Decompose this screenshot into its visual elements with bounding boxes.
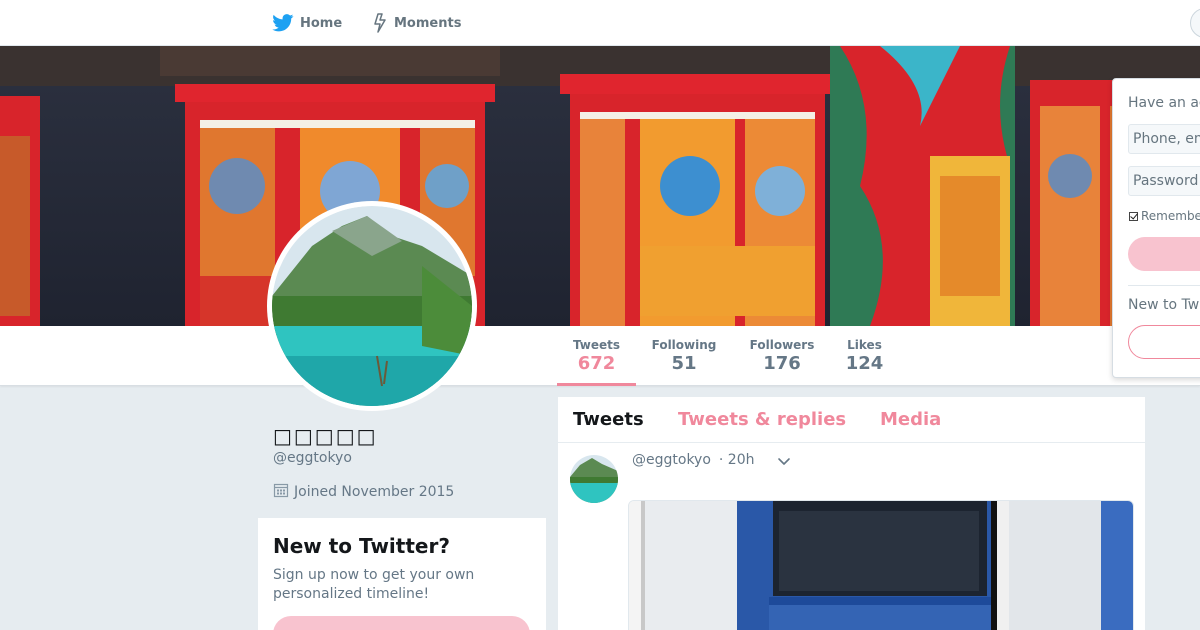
remember-me[interactable]: Remember me <box>1129 209 1200 223</box>
stat-tweets-value: 672 <box>577 353 616 374</box>
tweet-time[interactable]: · 20h <box>719 452 755 468</box>
login-button[interactable] <box>1128 237 1200 271</box>
profile-screen-name[interactable]: @eggtokyo <box>273 450 352 466</box>
nav-moments-label: Moments <box>394 15 462 31</box>
stat-followers-value: 176 <box>763 353 801 374</box>
nav-home-link[interactable]: Home <box>272 0 342 46</box>
login-username-input[interactable]: Phone, email or username <box>1128 124 1200 154</box>
stat-following[interactable]: Following 51 <box>647 326 721 386</box>
twitter-bird-icon <box>272 14 294 32</box>
remember-me-checkbox[interactable] <box>1129 211 1138 221</box>
lightning-icon <box>372 13 388 33</box>
tweet-screen-name[interactable]: @eggtokyo <box>632 452 711 468</box>
stat-tweets[interactable]: Tweets 672 <box>557 326 636 386</box>
calendar-icon <box>273 482 289 502</box>
stat-following-label: Following <box>651 338 717 352</box>
stat-followers[interactable]: Followers 176 <box>745 326 819 386</box>
signup-card-text: Sign up now to get your own personalized… <box>273 567 475 602</box>
stat-following-value: 51 <box>671 353 697 374</box>
tweet-avatar[interactable] <box>570 455 618 503</box>
tab-tweets[interactable]: Tweets <box>573 409 644 430</box>
timeline: Tweets Tweets & replies Media @eggtokyo … <box>558 397 1145 630</box>
profile-banner <box>0 46 1200 326</box>
tweet-header: @eggtokyo · 20h <box>632 452 755 468</box>
profile-avatar[interactable] <box>267 201 477 411</box>
signup-card-title: New to Twitter? <box>273 534 450 558</box>
profile-stats-bar: Tweets 672 Following 51 Followers 176 Li… <box>0 326 1200 386</box>
top-nav: Home Moments <box>0 0 1200 46</box>
login-divider <box>1128 285 1200 286</box>
tweet-media[interactable] <box>628 500 1134 630</box>
profile-display-name: □□□□□ <box>273 424 378 448</box>
tab-media[interactable]: Media <box>880 409 941 430</box>
login-signup-button[interactable] <box>1128 325 1200 359</box>
stat-followers-label: Followers <box>749 338 815 352</box>
profile-joined: Joined November 2015 <box>273 482 454 502</box>
signup-card: New to Twitter? Sign up now to get your … <box>258 518 546 630</box>
profile-joined-text: Joined November 2015 <box>294 484 455 500</box>
stat-tweets-label: Tweets <box>572 338 621 352</box>
tab-tweets-replies[interactable]: Tweets & replies <box>678 409 846 430</box>
nav-account-button[interactable] <box>1190 8 1200 38</box>
login-dropdown: Have an account? Phone, email or usernam… <box>1112 78 1200 378</box>
stat-likes-label: Likes <box>847 338 882 352</box>
remember-me-label: Remember me <box>1141 209 1200 223</box>
signup-button[interactable] <box>273 616 530 630</box>
chevron-down-icon[interactable] <box>776 453 792 469</box>
timeline-tabs: Tweets Tweets & replies Media <box>558 397 1145 443</box>
stat-likes-value: 124 <box>845 353 884 374</box>
login-password-input[interactable]: Password <box>1128 166 1200 196</box>
stat-likes[interactable]: Likes 124 <box>841 326 888 386</box>
login-new-prompt: New to Twitter? <box>1128 297 1200 313</box>
nav-home-label: Home <box>300 15 343 31</box>
nav-moments-link[interactable]: Moments <box>372 0 461 46</box>
login-title: Have an account? <box>1128 95 1200 111</box>
